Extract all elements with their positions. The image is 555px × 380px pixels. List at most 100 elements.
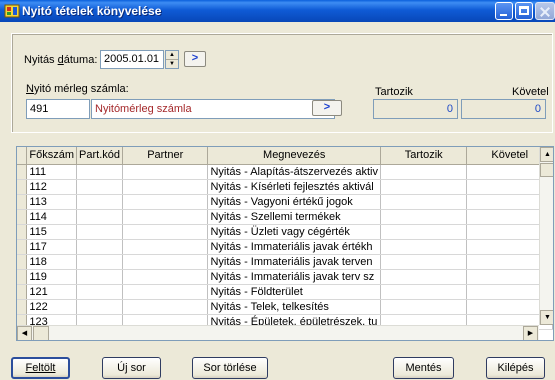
- table-cell[interactable]: [380, 284, 468, 300]
- table-cell[interactable]: 113: [26, 194, 78, 210]
- table-cell[interactable]: [380, 224, 468, 240]
- table-cell[interactable]: [76, 179, 123, 195]
- table-cell[interactable]: Nyitás - Üzleti vagy cégérték: [207, 224, 381, 240]
- scroll-left-icon[interactable]: ◀: [17, 326, 32, 340]
- table-cell[interactable]: 111: [26, 164, 78, 180]
- table-row[interactable]: 121 Nyitás - Földterület: [17, 284, 553, 300]
- table-cell[interactable]: [76, 254, 123, 270]
- close-button[interactable]: [535, 2, 555, 20]
- vertical-scrollbar[interactable]: ▲ ▼: [539, 147, 553, 325]
- row-indicator[interactable]: [17, 299, 28, 315]
- row-indicator[interactable]: [17, 194, 28, 210]
- table-row[interactable]: 111 Nyitás - Alapítás-átszervezés aktiv: [17, 164, 553, 180]
- row-indicator[interactable]: [17, 284, 28, 300]
- table-cell[interactable]: 118: [26, 254, 78, 270]
- table-cell[interactable]: Nyitás - Kísérleti fejlesztés aktivál: [207, 179, 381, 195]
- delete-row-button[interactable]: Sor törlése: [192, 357, 268, 379]
- new-row-button[interactable]: Új sor: [102, 357, 161, 379]
- table-cell[interactable]: 114: [26, 209, 78, 225]
- table-cell[interactable]: Nyitás - Alapítás-átszervezés aktiv: [207, 164, 381, 180]
- table-cell[interactable]: Nyitás - Telek, telkesítés: [207, 299, 381, 315]
- column-header[interactable]: Partner: [122, 147, 209, 165]
- table-cell[interactable]: [76, 269, 123, 285]
- row-indicator[interactable]: [17, 254, 28, 270]
- minimize-button[interactable]: [495, 2, 513, 20]
- table-cell[interactable]: [380, 164, 468, 180]
- table-cell[interactable]: [122, 194, 209, 210]
- date-input[interactable]: 2005.01.01: [100, 50, 164, 69]
- table-row[interactable]: 114 Nyitás - Szellemi termékek: [17, 209, 553, 225]
- date-spinner[interactable]: ▲ ▼: [165, 50, 179, 69]
- table-cell[interactable]: [380, 239, 468, 255]
- spin-down-icon[interactable]: ▼: [166, 59, 178, 67]
- maximize-button[interactable]: [515, 2, 533, 20]
- table-cell[interactable]: [380, 194, 468, 210]
- table-cell[interactable]: Nyitás - Immateriális javak értékh: [207, 239, 381, 255]
- column-header[interactable]: Tartozik: [380, 147, 468, 165]
- table-cell[interactable]: 117: [26, 239, 78, 255]
- table-cell[interactable]: [122, 179, 209, 195]
- table-cell[interactable]: [122, 284, 209, 300]
- table-cell[interactable]: [380, 209, 468, 225]
- table-row[interactable]: 122 Nyitás - Telek, telkesítés: [17, 299, 553, 315]
- spin-up-icon[interactable]: ▲: [166, 51, 178, 59]
- table-cell[interactable]: [76, 224, 123, 240]
- table-cell[interactable]: 121: [26, 284, 78, 300]
- row-indicator[interactable]: [17, 209, 28, 225]
- table-row[interactable]: 112 Nyitás - Kísérleti fejlesztés aktivál: [17, 179, 553, 195]
- table-cell[interactable]: Nyitás - Vagyoni értékű jogok: [207, 194, 381, 210]
- column-header[interactable]: Főkszám: [26, 147, 78, 165]
- horizontal-scrollbar[interactable]: ◀ ▶: [17, 325, 539, 340]
- column-header[interactable]: Part.kód: [76, 147, 123, 165]
- fill-button[interactable]: Feltölt: [11, 357, 70, 379]
- table-row[interactable]: 115 Nyitás - Üzleti vagy cégérték: [17, 224, 553, 240]
- items-grid[interactable]: Főkszám Part.kód Partner Megnevezés Tart…: [16, 146, 554, 341]
- row-indicator[interactable]: [17, 179, 28, 195]
- table-cell[interactable]: [76, 209, 123, 225]
- table-cell[interactable]: [380, 269, 468, 285]
- row-indicator[interactable]: [17, 269, 28, 285]
- table-row[interactable]: 113 Nyitás - Vagyoni értékű jogok: [17, 194, 553, 210]
- table-cell[interactable]: [76, 239, 123, 255]
- date-go-button[interactable]: >: [184, 51, 206, 67]
- table-cell[interactable]: [122, 224, 209, 240]
- table-cell[interactable]: 112: [26, 179, 78, 195]
- table-cell[interactable]: [380, 179, 468, 195]
- table-cell[interactable]: [122, 254, 209, 270]
- table-row[interactable]: 118 Nyitás - Immateriális javak terven: [17, 254, 553, 270]
- table-cell[interactable]: Nyitás - Immateriális javak terven: [207, 254, 381, 270]
- table-cell[interactable]: [122, 164, 209, 180]
- title-bar[interactable]: Nyitó tételek könyvelése: [0, 0, 555, 22]
- table-cell[interactable]: [76, 299, 123, 315]
- row-indicator[interactable]: [17, 239, 28, 255]
- table-cell[interactable]: Nyitás - Földterület: [207, 284, 381, 300]
- row-indicator[interactable]: [17, 164, 28, 180]
- table-cell[interactable]: [122, 269, 209, 285]
- table-cell[interactable]: [380, 299, 468, 315]
- table-cell[interactable]: [76, 194, 123, 210]
- table-cell[interactable]: [76, 284, 123, 300]
- account-code-input[interactable]: 491: [26, 99, 90, 119]
- table-cell[interactable]: [380, 254, 468, 270]
- horizontal-scroll-thumb[interactable]: [33, 326, 49, 340]
- account-go-button[interactable]: >: [312, 100, 342, 116]
- row-indicator[interactable]: [17, 224, 28, 240]
- table-cell[interactable]: [122, 209, 209, 225]
- scroll-down-icon[interactable]: ▼: [540, 310, 553, 325]
- table-row[interactable]: 119 Nyitás - Immateriális javak terv sz: [17, 269, 553, 285]
- table-cell[interactable]: Nyitás - Immateriális javak terv sz: [207, 269, 381, 285]
- table-cell[interactable]: 115: [26, 224, 78, 240]
- scroll-right-icon[interactable]: ▶: [523, 326, 538, 340]
- scroll-up-icon[interactable]: ▲: [540, 147, 553, 162]
- save-button[interactable]: Mentés: [393, 357, 454, 379]
- vertical-scroll-thumb[interactable]: [540, 163, 553, 177]
- table-cell[interactable]: Nyitás - Szellemi termékek: [207, 209, 381, 225]
- table-cell[interactable]: [122, 239, 209, 255]
- table-cell[interactable]: [122, 299, 209, 315]
- exit-button[interactable]: Kilépés: [486, 357, 545, 379]
- table-row[interactable]: 117 Nyitás - Immateriális javak értékh: [17, 239, 553, 255]
- table-cell[interactable]: 119: [26, 269, 78, 285]
- table-cell[interactable]: [76, 164, 123, 180]
- table-cell[interactable]: 122: [26, 299, 78, 315]
- column-header[interactable]: Megnevezés: [207, 147, 381, 165]
